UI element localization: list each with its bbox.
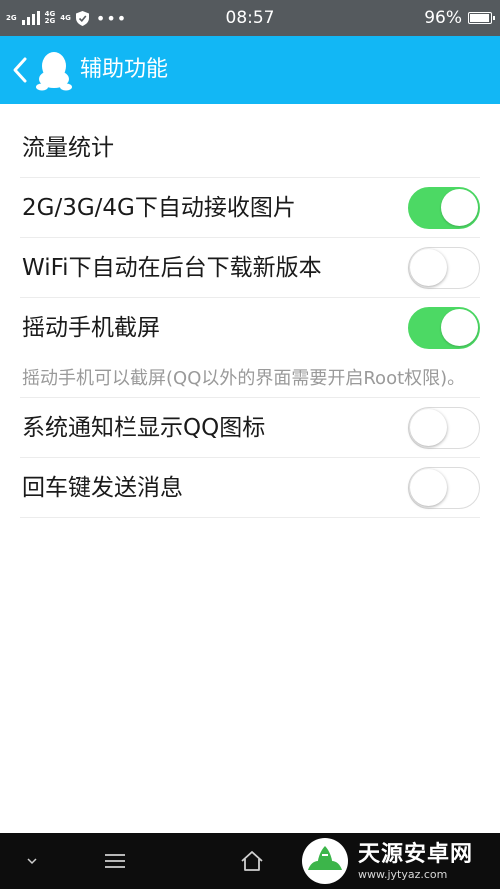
auto-receive-images-label: 2G/3G/4G下自动接收图片 <box>22 195 296 221</box>
toggle-knob <box>441 309 478 346</box>
qq-penguin-icon <box>36 52 72 91</box>
notification-bar-icon-row: 系统通知栏显示QQ图标 <box>20 398 480 458</box>
shake-screenshot-row: 摇动手机截屏 <box>20 298 480 358</box>
chevron-down-icon <box>27 858 37 865</box>
settings-list: 流量统计 2G/3G/4G下自动接收图片 WiFi下自动在后台下载新版本 摇动手… <box>0 118 500 518</box>
home-icon <box>241 851 263 871</box>
toggle-knob <box>410 249 447 286</box>
wifi-background-download-row: WiFi下自动在后台下载新版本 <box>20 238 480 298</box>
watermark-text: 天源安卓网 www.jytyaz.com <box>358 842 473 881</box>
enter-key-send-label: 回车键发送消息 <box>22 475 183 501</box>
status-right: 96% <box>424 0 495 36</box>
chevron-left-icon <box>13 57 27 83</box>
enter-key-send-toggle[interactable] <box>408 467 480 509</box>
toggle-knob <box>441 189 478 226</box>
traffic-stats-label: 流量统计 <box>22 135 114 161</box>
notification-bar-icon-label: 系统通知栏显示QQ图标 <box>22 415 266 441</box>
watermark-logo-icon <box>302 838 348 884</box>
title-bar: 辅助功能 <box>0 36 500 104</box>
toggle-knob <box>410 469 447 506</box>
auto-receive-images-toggle[interactable] <box>408 187 480 229</box>
battery-percent: 96% <box>424 8 462 28</box>
shake-screenshot-label: 摇动手机截屏 <box>22 315 160 341</box>
watermark-name: 天源安卓网 <box>358 841 474 867</box>
watermark: 天源安卓网 www.jytyaz.com <box>300 833 500 889</box>
traffic-stats-item[interactable]: 流量统计 <box>20 118 480 178</box>
shake-screenshot-hint: 摇动手机可以截屏(QQ以外的界面需要开启Root权限)。 <box>20 358 480 398</box>
status-bar: 2G 4G 2G 4G ••• 08:57 96% <box>0 0 500 36</box>
menu-button[interactable] <box>93 841 137 881</box>
menu-icon <box>105 854 125 868</box>
auto-receive-images-row: 2G/3G/4G下自动接收图片 <box>20 178 480 238</box>
page-title: 辅助功能 <box>80 57 169 82</box>
back-button[interactable] <box>6 50 34 90</box>
battery-icon <box>468 12 495 24</box>
wifi-background-download-toggle[interactable] <box>408 247 480 289</box>
enter-key-send-row: 回车键发送消息 <box>20 458 480 518</box>
watermark-url: www.jytyaz.com <box>358 867 448 881</box>
home-button[interactable] <box>230 841 274 881</box>
notification-bar-icon-toggle[interactable] <box>408 407 480 449</box>
shake-screenshot-toggle[interactable] <box>408 307 480 349</box>
hide-nav-button[interactable] <box>10 841 54 881</box>
toggle-knob <box>410 409 447 446</box>
battery-fill <box>470 14 490 22</box>
wifi-background-download-label: WiFi下自动在后台下载新版本 <box>22 255 322 281</box>
